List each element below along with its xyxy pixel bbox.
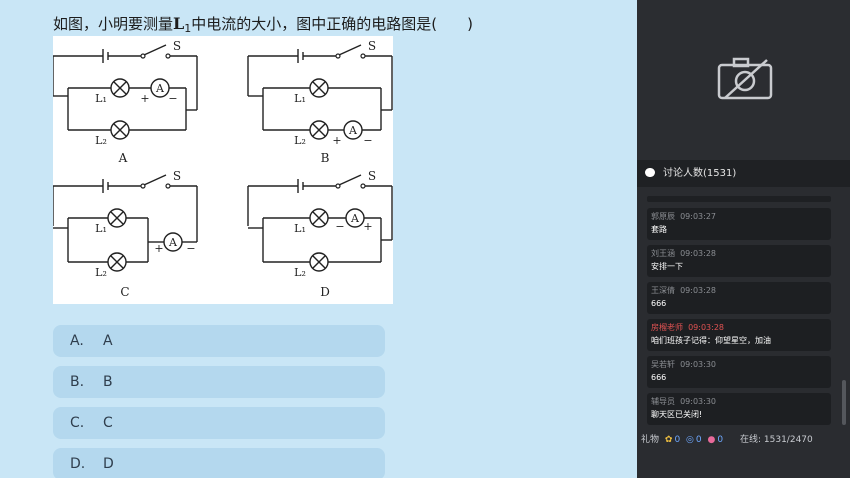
chat-text: 聊天区已关闭!: [651, 410, 703, 419]
chat-meta: 吴若轩 09:03:30: [651, 360, 717, 369]
switch-contact: [360, 53, 366, 59]
ammeter-label: A: [350, 212, 360, 225]
question-panel: 如图，小明要测量L1中电流的大小，图中正确的电路图是( ) S A + − L₁ L₂ A S…: [0, 0, 637, 478]
switch-blade: [338, 44, 362, 56]
lamp-label: L₂: [294, 266, 306, 279]
chat-header: 讨论人数(1531): [637, 160, 850, 187]
ammeter-plus: +: [363, 220, 372, 233]
side-panel: 讨论人数(1531) 郭原辰 09:03:27 套路 刘王涵 09:03:28 …: [637, 0, 850, 478]
switch-contact: [165, 183, 171, 189]
chat-text: 666: [651, 373, 667, 382]
video-area: [637, 0, 850, 160]
chat-text: 安排一下: [651, 262, 683, 271]
question-prefix: 如图，小明要测量: [53, 15, 174, 33]
lamp-label: L₁: [294, 222, 306, 235]
ammeter-minus: −: [186, 242, 195, 255]
lamp-label: L₂: [95, 266, 107, 279]
lamp-label: L₂: [294, 134, 306, 147]
gift-flower-icon[interactable]: ✿: [665, 430, 673, 450]
option-letter: B.: [70, 374, 85, 390]
camera-off-icon: [717, 57, 773, 100]
chat-text: 666: [651, 299, 667, 308]
option-letter: A.: [70, 333, 84, 349]
option-text: B: [103, 374, 113, 390]
chat-message-teacher: 房榴老师 09:03:28 咱们班孩子记得：仰望星空，加油: [647, 319, 831, 351]
circuit-figure: S A + − L₁ L₂ A S A + − L₁ L₂ B S A + − L₁ L₂ C S A − + L₁ L₂ D: [53, 36, 393, 304]
gift-count: 0: [695, 435, 702, 445]
gift-count: 0: [717, 435, 724, 445]
gift-bar: 礼物 ✿ 0 ◎ 0 ● 0 在线: 1531/2470: [637, 430, 850, 450]
circuit-name: C: [120, 285, 129, 299]
switch-label: S: [368, 39, 376, 53]
switch-contact: [360, 183, 366, 189]
chat-message: 王深倩 09:03:28 666: [647, 282, 831, 314]
chat-message-partial: [647, 196, 831, 202]
option-c[interactable]: C. C: [53, 407, 385, 439]
gift-planet-icon[interactable]: ◎: [686, 430, 694, 450]
chat-meta: 郭原辰 09:03:27: [651, 212, 717, 221]
ammeter-minus: −: [335, 220, 344, 233]
online-count: 1531/2470: [763, 435, 813, 445]
gift-count: 0: [674, 435, 681, 445]
lamp-label: L₁: [294, 92, 306, 105]
circuit-diagrams: SA+ −L₁L₂ASA+ −L₁L₂BSA+ −L₁L₂CSA− +L₁L₂D: [53, 39, 393, 299]
option-text: A: [103, 333, 113, 349]
chat-message: 吴若轩 09:03:30 666: [647, 356, 831, 388]
switch-blade: [143, 44, 167, 56]
option-letter: C.: [70, 415, 85, 431]
gift-label: 礼物: [641, 435, 660, 445]
chat-message: 刘王涵 09:03:28 安排一下: [647, 245, 831, 277]
question-suffix: 中电流的大小，图中正确的电路图是( ): [191, 15, 473, 33]
circuit-name: B: [321, 151, 330, 165]
ammeter-plus: +: [154, 242, 163, 255]
ammeter-label: A: [155, 82, 165, 95]
switch-label: S: [368, 169, 376, 183]
lamp-label: L₁: [95, 222, 107, 235]
ammeter-plus: +: [332, 134, 341, 147]
ammeter-label: A: [348, 124, 358, 137]
option-text: C: [103, 415, 113, 431]
ammeter-minus: −: [168, 92, 177, 105]
chat-meta: 王深倩 09:03:28: [651, 286, 717, 295]
ammeter-label: A: [168, 236, 178, 249]
circuit-name: D: [320, 285, 330, 299]
switch-contact: [165, 53, 171, 59]
chat-meta: 房榴老师 09:03:28: [651, 323, 725, 332]
option-text: D: [103, 456, 114, 472]
switch-label: S: [173, 169, 181, 183]
chat-message: 辅导员 09:03:30 聊天区已关闭!: [647, 393, 831, 425]
chat-bubble-icon: [645, 168, 655, 177]
option-letter: D.: [70, 456, 86, 472]
option-a[interactable]: A. A: [53, 325, 385, 357]
option-d[interactable]: D. D: [53, 448, 385, 478]
chat-text: 咱们班孩子记得：仰望星空，加油: [651, 336, 771, 345]
ammeter-plus: +: [140, 92, 149, 105]
chat-meta: 辅导员 09:03:30: [651, 397, 717, 406]
chat-text: 套路: [651, 225, 667, 234]
gift-balloon-icon[interactable]: ●: [708, 430, 716, 450]
chat-meta: 刘王涵 09:03:28: [651, 249, 717, 258]
chat-scrollbar[interactable]: [842, 380, 846, 425]
switch-blade: [338, 174, 362, 186]
circuit-name: A: [118, 151, 128, 165]
online-label: 在线:: [739, 435, 762, 445]
chat-count: 讨论人数(1531): [663, 168, 737, 179]
switch-blade: [143, 174, 167, 186]
lamp-label: L₁: [95, 92, 107, 105]
chat-message: 郭原辰 09:03:27 套路: [647, 208, 831, 240]
lamp-label: L₂: [95, 134, 107, 147]
question-symbol: L: [173, 14, 185, 33]
switch-label: S: [173, 39, 181, 53]
ammeter-minus: −: [363, 134, 372, 147]
option-b[interactable]: B. B: [53, 366, 385, 398]
